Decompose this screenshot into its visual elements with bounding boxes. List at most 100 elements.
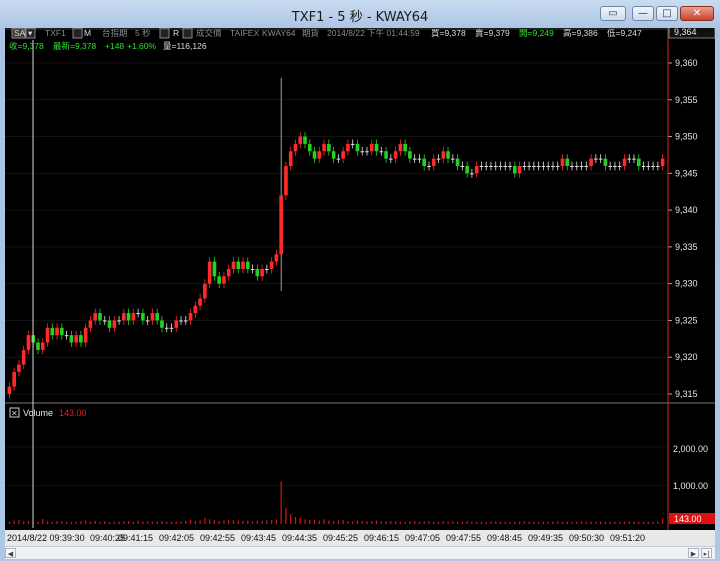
candle-body bbox=[546, 165, 550, 167]
candle-body bbox=[55, 327, 59, 336]
volume-bar bbox=[170, 521, 173, 524]
candle-body bbox=[93, 313, 98, 321]
interval-dropdown-icon[interactable] bbox=[159, 27, 170, 39]
candle-body bbox=[155, 313, 160, 321]
volume-bar bbox=[113, 521, 115, 524]
volume-bars bbox=[8, 481, 664, 524]
volume-bar bbox=[66, 521, 68, 524]
volume-value: 143.00 bbox=[59, 408, 87, 418]
candle-body bbox=[355, 143, 360, 152]
volume-bar bbox=[480, 521, 483, 524]
candle-body bbox=[422, 158, 427, 166]
volume-bar bbox=[280, 481, 282, 524]
candle-body bbox=[174, 320, 179, 328]
candle-body bbox=[336, 158, 341, 160]
volume-bar bbox=[609, 521, 611, 524]
candle-body bbox=[608, 165, 612, 167]
minimize-button[interactable]: — bbox=[632, 6, 654, 21]
horizontal-scrollbar[interactable]: ◀ ▶ ▸| bbox=[5, 546, 715, 559]
candle-body bbox=[393, 151, 398, 159]
chart-area[interactable]: SAI ▾ TXF1 M 台指期 5 秒 R 成交價 TAIFEX KWAY64… bbox=[5, 25, 716, 545]
volume-bar bbox=[557, 521, 559, 524]
candle-body bbox=[250, 268, 255, 270]
time-axis-start: 2014/8/22 09:39:30 bbox=[7, 533, 85, 543]
candle-body bbox=[527, 165, 531, 167]
volume-bar bbox=[585, 521, 587, 524]
volume-bar bbox=[604, 521, 606, 524]
scroll-right-icon[interactable]: ▶ bbox=[688, 548, 699, 558]
candle-body bbox=[632, 158, 636, 160]
volume-bar bbox=[528, 521, 530, 524]
volume-bar bbox=[199, 520, 201, 524]
time-tick-label: 09:47:05 bbox=[405, 533, 441, 543]
volume-bar bbox=[8, 521, 10, 524]
chart-window: TXF1 - 5 秒 - KWAY64 ▭ — □ ✕ SAI ▾ TXF1 M… bbox=[0, 0, 720, 561]
chevron-down-icon[interactable]: ▾ bbox=[28, 28, 33, 38]
maximize-button[interactable]: □ bbox=[656, 6, 678, 21]
scroll-end-icon[interactable]: ▸| bbox=[701, 548, 712, 558]
symbol-dropdown-icon[interactable] bbox=[72, 27, 83, 39]
restore-layout-icon[interactable]: ▭ bbox=[600, 6, 626, 21]
current-price-value: 9,364 bbox=[674, 28, 697, 37]
close-icon[interactable]: ✕ bbox=[11, 409, 18, 418]
volume-bar bbox=[299, 517, 301, 524]
scroll-left-icon[interactable]: ◀ bbox=[5, 548, 16, 558]
volume-bar bbox=[99, 521, 101, 524]
change-quote: +148 bbox=[105, 41, 124, 51]
candle-body bbox=[255, 268, 260, 277]
candle-body bbox=[389, 158, 393, 160]
volume-bar bbox=[580, 521, 583, 524]
bid-label: 買=9,378 bbox=[431, 28, 466, 38]
candle-body bbox=[303, 136, 307, 144]
price-chart-svg[interactable]: SAI ▾ TXF1 M 台指期 5 秒 R 成交價 TAIFEX KWAY64… bbox=[5, 25, 716, 545]
volume-bar bbox=[13, 520, 15, 524]
symbol-label[interactable]: TXF1 bbox=[45, 28, 66, 38]
r-button[interactable]: R bbox=[173, 28, 179, 38]
candle-body bbox=[365, 151, 369, 153]
volume-bar bbox=[576, 521, 578, 524]
m-button[interactable]: M bbox=[84, 28, 91, 38]
candle-body bbox=[145, 320, 150, 322]
candle-body bbox=[379, 151, 384, 153]
interval-label[interactable]: 5 秒 bbox=[135, 28, 151, 38]
candle-body bbox=[112, 320, 117, 328]
candle-body bbox=[503, 165, 508, 167]
price-type-dropdown-icon[interactable] bbox=[182, 27, 193, 39]
candle-body bbox=[322, 143, 326, 152]
candle-body bbox=[532, 165, 536, 167]
time-tick-label: 09:43:45 bbox=[241, 533, 277, 543]
candle-body bbox=[403, 143, 407, 152]
candle-body bbox=[541, 165, 546, 167]
quote-line: 收=9,378 最新=9,378 +148 +1.60% 量=116,126 bbox=[9, 41, 207, 51]
volume-bar bbox=[261, 520, 263, 524]
time-tick-label: 09:51:20 bbox=[610, 533, 646, 543]
volume-bar bbox=[309, 519, 311, 524]
volume-bar bbox=[518, 521, 521, 524]
price-tick-label: 9,330 bbox=[675, 279, 698, 289]
candle-body bbox=[36, 342, 40, 350]
candle-body bbox=[627, 158, 632, 160]
volume-bar bbox=[352, 521, 354, 524]
title-bar[interactable]: TXF1 - 5 秒 - KWAY64 ▭ — □ ✕ bbox=[0, 0, 720, 28]
price-axis: 9,360 9,355 9,350 9,345 9,340 9,335 9,330 9,325… bbox=[668, 58, 698, 399]
volume-bar bbox=[23, 521, 25, 524]
candle-body bbox=[493, 165, 498, 167]
volume-bar bbox=[399, 521, 401, 524]
volume-bar bbox=[437, 521, 440, 524]
candle-body bbox=[570, 165, 574, 167]
volume-bar bbox=[614, 521, 616, 524]
candle-body bbox=[331, 151, 336, 159]
close-button[interactable]: ✕ bbox=[680, 6, 714, 21]
category-label: 期貨 bbox=[302, 28, 320, 38]
volume-bar bbox=[447, 521, 449, 524]
candle-body bbox=[26, 335, 31, 350]
volume-bar bbox=[600, 521, 602, 524]
candle-body bbox=[222, 276, 226, 284]
volume-bar bbox=[194, 520, 196, 524]
close-quote: 收=9,378 bbox=[9, 41, 44, 51]
candle-body bbox=[465, 165, 469, 174]
volume-bar bbox=[175, 521, 177, 524]
candle-body bbox=[179, 320, 183, 322]
time-tick-label: 09:41:15 bbox=[118, 533, 154, 543]
candle-body bbox=[622, 158, 627, 166]
